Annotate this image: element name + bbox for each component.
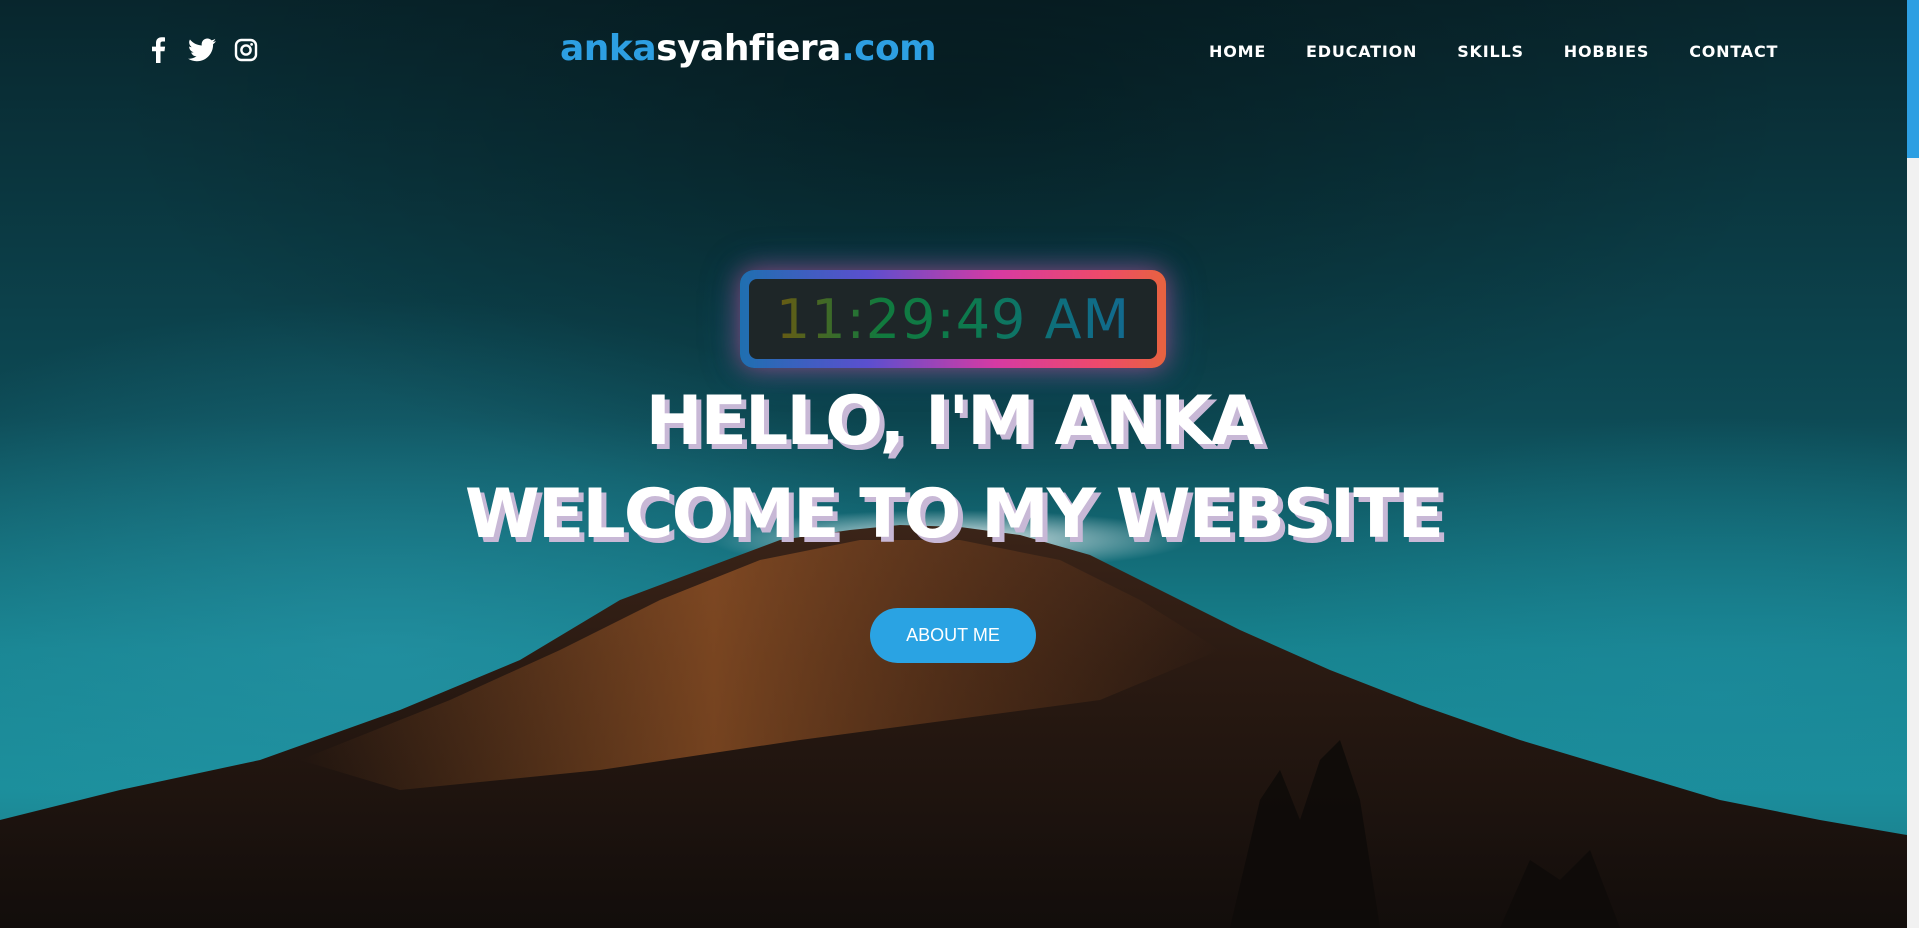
nav-skills[interactable]: SKILLS	[1457, 42, 1524, 61]
hero-headline-line1: HELLO, I'M ANKA	[645, 382, 1264, 461]
brand-part-3: .com	[840, 28, 937, 69]
hero-headline-line2: WELCOME TO MY WEBSITE	[464, 475, 1444, 554]
navbar: ankasyahfiera.com HOME EDUCATION SKILLS …	[0, 0, 1907, 100]
brand-part-1: anka	[560, 28, 657, 69]
social-links	[144, 36, 260, 64]
digital-clock: 11:29:49 AM	[740, 270, 1166, 368]
nav-hobbies[interactable]: HOBBIES	[1564, 42, 1649, 61]
nav-contact[interactable]: CONTACT	[1689, 42, 1778, 61]
main-nav: HOME EDUCATION SKILLS HOBBIES CONTACT	[1209, 42, 1778, 61]
brand-logo[interactable]: ankasyahfiera.com	[560, 28, 937, 69]
instagram-icon[interactable]	[232, 36, 260, 64]
facebook-icon[interactable]	[144, 36, 172, 64]
nav-education[interactable]: EDUCATION	[1306, 42, 1417, 61]
brand-part-2: syahfiera	[656, 28, 841, 69]
scrollbar-thumb[interactable]	[1907, 0, 1919, 158]
nav-home[interactable]: HOME	[1209, 42, 1266, 61]
clock-face: 11:29:49 AM	[749, 279, 1157, 359]
twitter-icon[interactable]	[188, 36, 216, 64]
hero-background	[0, 0, 1907, 928]
clock-time: 11:29:49 AM	[775, 287, 1131, 351]
about-me-button[interactable]: ABOUT ME	[870, 608, 1036, 663]
mountain-image	[0, 510, 1907, 928]
